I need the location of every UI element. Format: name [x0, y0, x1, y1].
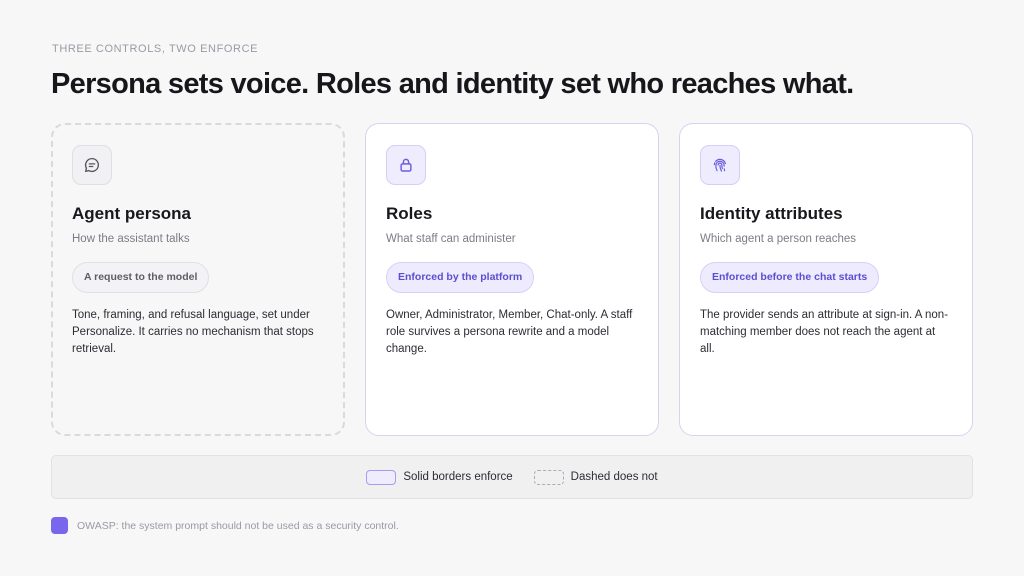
note-marker — [51, 517, 68, 534]
card-subtitle: What staff can administer — [386, 233, 516, 245]
card-subtitle: How the assistant talks — [72, 233, 190, 245]
chat-bubble-icon — [72, 145, 112, 185]
slide: THREE CONTROLS, TWO ENFORCE Persona sets… — [0, 0, 1024, 576]
card-title: Agent persona — [72, 204, 192, 223]
card-title: Identity attributes — [700, 204, 843, 223]
eyebrow-label: THREE CONTROLS, TWO ENFORCE — [52, 43, 259, 55]
footnote-text: OWASP: the system prompt should not be u… — [77, 519, 399, 532]
fingerprint-icon — [700, 145, 740, 185]
lock-icon — [386, 145, 426, 185]
solid-swatch — [366, 469, 397, 485]
card-subtitle: Which agent a person reaches — [700, 233, 856, 245]
card-description: Owner, Administrator, Member, Chat-only.… — [386, 309, 633, 355]
legend-label: Solid borders enforce — [403, 471, 513, 483]
footnote: OWASP: the system prompt should not be u… — [51, 517, 399, 534]
status-badge: A request to the model — [72, 262, 210, 293]
legend-item-solid: Solid borders enforce — [366, 469, 513, 485]
legend-item-dashed: Dashed does not — [533, 469, 658, 485]
card-title: Roles — [386, 204, 433, 223]
card-identity-attributes: Identity attributes Which agent a person… — [679, 123, 973, 436]
dashed-swatch — [533, 469, 564, 485]
card-agent-persona: Agent persona How the assistant talks A … — [51, 123, 345, 436]
legend: Solid borders enforce Dashed does not — [51, 455, 973, 499]
card-description: The provider sends an attribute at sign-… — [700, 309, 949, 355]
card-roles: Roles What staff can administer Enforced… — [365, 123, 659, 436]
status-badge: Enforced by the platform — [386, 262, 535, 293]
status-badge: Enforced before the chat starts — [700, 262, 880, 293]
legend-label: Dashed does not — [570, 471, 658, 483]
card-description: Tone, framing, and refusal language, set… — [72, 309, 314, 355]
page-title: Persona sets voice. Roles and identity s… — [51, 68, 854, 100]
